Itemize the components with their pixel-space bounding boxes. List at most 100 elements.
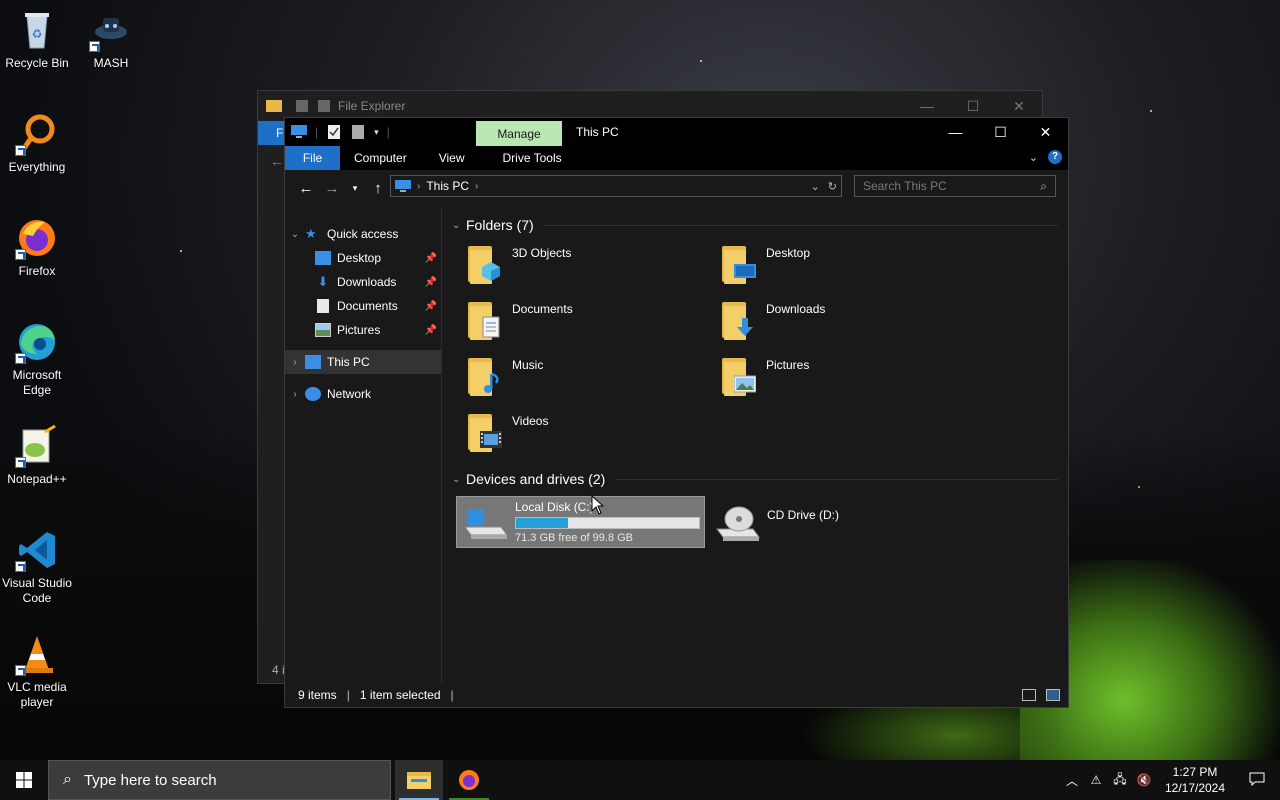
back-arrow-icon[interactable]: ← bbox=[270, 153, 284, 169]
back-button[interactable]: ← bbox=[293, 180, 319, 197]
shortcut-arrow-icon bbox=[89, 41, 100, 52]
desktop-icon-vs-code[interactable]: Visual Studio Code bbox=[0, 528, 74, 606]
recycle-bin-icon: ♻ bbox=[15, 8, 59, 52]
desktop-icon-label: VLC media player bbox=[7, 680, 67, 709]
desktop-icon-firefox[interactable]: Firefox bbox=[0, 216, 74, 279]
folder-pictures[interactable]: Pictures bbox=[706, 354, 960, 410]
file-explorer-window[interactable]: | ▾ | Manage This PC — ☐ ✕ File Computer… bbox=[284, 117, 1069, 708]
desktop-icon-vlc[interactable]: VLC media player bbox=[0, 632, 74, 710]
drive-local-disk-c[interactable]: Local Disk (C:) 71.3 GB free of 99.8 GB bbox=[456, 496, 705, 548]
taskbar-search-input[interactable]: Type here to search bbox=[84, 772, 217, 789]
forward-button[interactable]: → bbox=[319, 180, 345, 197]
folder-label: 3D Objects bbox=[512, 246, 572, 260]
nav-documents[interactable]: Documents 📌 bbox=[285, 294, 441, 318]
desktop-icon-microsoft-edge[interactable]: Microsoft Edge bbox=[0, 320, 74, 398]
up-button[interactable]: ↑ bbox=[365, 180, 391, 197]
file-explorer-icon bbox=[407, 772, 431, 789]
help-icon[interactable]: ? bbox=[1048, 150, 1062, 164]
folder-3d-objects-icon bbox=[466, 242, 504, 286]
maximize-button[interactable]: ☐ bbox=[978, 118, 1023, 146]
taskbar-search-box[interactable]: ⌕ Type here to search bbox=[48, 760, 391, 800]
address-bar[interactable]: › This PC › ⌄ ↻ bbox=[390, 175, 842, 197]
expand-chevron-icon[interactable]: ⌄ bbox=[285, 229, 305, 240]
folder-downloads[interactable]: Downloads bbox=[706, 298, 960, 354]
recent-locations-chevron-icon[interactable]: ▾ bbox=[345, 183, 365, 194]
minimize-button[interactable]: — bbox=[904, 98, 950, 115]
collapse-chevron-icon[interactable]: ⌄ bbox=[452, 220, 466, 231]
folder-documents-icon bbox=[466, 298, 504, 342]
tab-computer[interactable]: Computer bbox=[340, 146, 421, 170]
customize-qat-chevron-icon[interactable]: ▾ bbox=[374, 127, 379, 138]
folder-label: Music bbox=[512, 358, 544, 372]
vscode-icon bbox=[15, 528, 59, 572]
folder-desktop[interactable]: Desktop bbox=[706, 242, 960, 298]
notifications-button[interactable] bbox=[1234, 772, 1280, 789]
shortcut-arrow-icon bbox=[15, 457, 26, 468]
folder-music[interactable]: Music bbox=[452, 354, 706, 410]
star bbox=[1138, 486, 1140, 488]
search-input[interactable]: Search This PC bbox=[863, 179, 947, 193]
desktop-icon-notepad-plus-plus[interactable]: Notepad++ bbox=[0, 424, 74, 487]
refresh-icon[interactable]: ↻ bbox=[828, 180, 837, 193]
this-pc-icon[interactable] bbox=[291, 125, 307, 139]
nav-this-pc[interactable]: › This PC bbox=[285, 350, 441, 374]
group-header-folders[interactable]: ⌄ Folders (7) bbox=[452, 214, 1058, 236]
nav-downloads[interactable]: ⬇ Downloads 📌 bbox=[285, 270, 441, 294]
drive-usage-bar bbox=[515, 517, 700, 529]
desktop-icon-recycle-bin[interactable]: ♻ Recycle Bin bbox=[0, 8, 74, 71]
desktop-icon-label: Firefox bbox=[18, 264, 56, 278]
close-button[interactable]: ✕ bbox=[1023, 118, 1068, 146]
desktop-icon-everything[interactable]: Everything bbox=[0, 112, 74, 175]
breadcrumb-chevron-icon[interactable]: › bbox=[417, 181, 420, 192]
show-hidden-icons-chevron-icon[interactable]: ︿ bbox=[1060, 772, 1084, 789]
start-button[interactable] bbox=[0, 760, 48, 800]
nav-network[interactable]: › Network bbox=[285, 382, 441, 406]
notification-icon bbox=[1249, 772, 1265, 786]
window-titlebar[interactable]: | ▾ | Manage This PC — ☐ ✕ bbox=[285, 118, 1068, 147]
this-pc-icon bbox=[305, 355, 321, 369]
minimize-button[interactable]: — bbox=[933, 118, 978, 146]
collapse-chevron-icon[interactable]: ⌄ bbox=[452, 474, 466, 485]
tab-file[interactable]: File bbox=[285, 146, 340, 170]
tab-drive-tools[interactable]: Drive Tools bbox=[478, 146, 575, 170]
vlc-cone-icon bbox=[15, 632, 59, 676]
navigation-pane[interactable]: ⌄ ★ Quick access Desktop 📌 ⬇ Downloads 📌… bbox=[285, 206, 442, 683]
drive-cd-d[interactable]: CD Drive (D:) bbox=[709, 496, 958, 548]
expand-ribbon-chevron-icon[interactable]: ⌄ bbox=[1029, 151, 1038, 164]
taskbar-firefox[interactable] bbox=[445, 760, 493, 800]
manage-contextual-tab[interactable]: Manage bbox=[476, 121, 562, 147]
folder-3d-objects[interactable]: 3D Objects bbox=[452, 242, 706, 298]
search-box[interactable]: Search This PC ⌕ bbox=[854, 175, 1056, 197]
clock[interactable]: 1:27 PM 12/17/2024 bbox=[1156, 764, 1234, 796]
large-icons-view-icon[interactable] bbox=[1046, 689, 1060, 701]
details-view-icon[interactable] bbox=[1022, 689, 1036, 701]
maximize-button[interactable]: ☐ bbox=[950, 98, 996, 115]
network-icon[interactable]: 🖧 bbox=[1108, 770, 1132, 791]
folder-videos[interactable]: Videos bbox=[452, 410, 706, 466]
nav-desktop[interactable]: Desktop 📌 bbox=[285, 246, 441, 270]
desktop-icon-label: Notepad++ bbox=[7, 472, 67, 486]
properties-icon[interactable] bbox=[326, 125, 342, 139]
nav-pictures[interactable]: Pictures 📌 bbox=[285, 318, 441, 342]
folder-downloads-icon bbox=[720, 298, 758, 342]
security-warning-icon[interactable]: ⚠ bbox=[1084, 773, 1108, 787]
status-bar: 9 items | 1 item selected | bbox=[285, 683, 1068, 707]
group-header-devices-drives[interactable]: ⌄ Devices and drives (2) bbox=[452, 468, 1058, 490]
content-pane[interactable]: ⌄ Folders (7) 3D Objects Desktop Documen… bbox=[442, 206, 1068, 683]
nav-quick-access[interactable]: ⌄ ★ Quick access bbox=[285, 222, 441, 246]
new-folder-icon[interactable] bbox=[350, 125, 366, 139]
desktop-icon bbox=[315, 251, 331, 265]
background-file-tab[interactable]: F bbox=[258, 121, 286, 145]
expand-chevron-icon[interactable]: › bbox=[285, 389, 305, 400]
breadcrumb-this-pc[interactable]: This PC bbox=[426, 179, 469, 193]
folder-documents[interactable]: Documents bbox=[452, 298, 706, 354]
taskbar-file-explorer[interactable] bbox=[395, 760, 443, 800]
volume-muted-icon[interactable]: 🔇 bbox=[1132, 773, 1156, 787]
tab-view[interactable]: View bbox=[421, 146, 479, 170]
close-button[interactable]: ✕ bbox=[996, 98, 1042, 115]
desktop-icon-mash[interactable]: MASH bbox=[74, 8, 148, 71]
breadcrumb-chevron-icon[interactable]: › bbox=[475, 181, 478, 192]
expand-chevron-icon[interactable]: › bbox=[285, 357, 305, 368]
address-history-chevron-icon[interactable]: ⌄ bbox=[811, 180, 820, 193]
this-pc-icon bbox=[395, 179, 411, 192]
